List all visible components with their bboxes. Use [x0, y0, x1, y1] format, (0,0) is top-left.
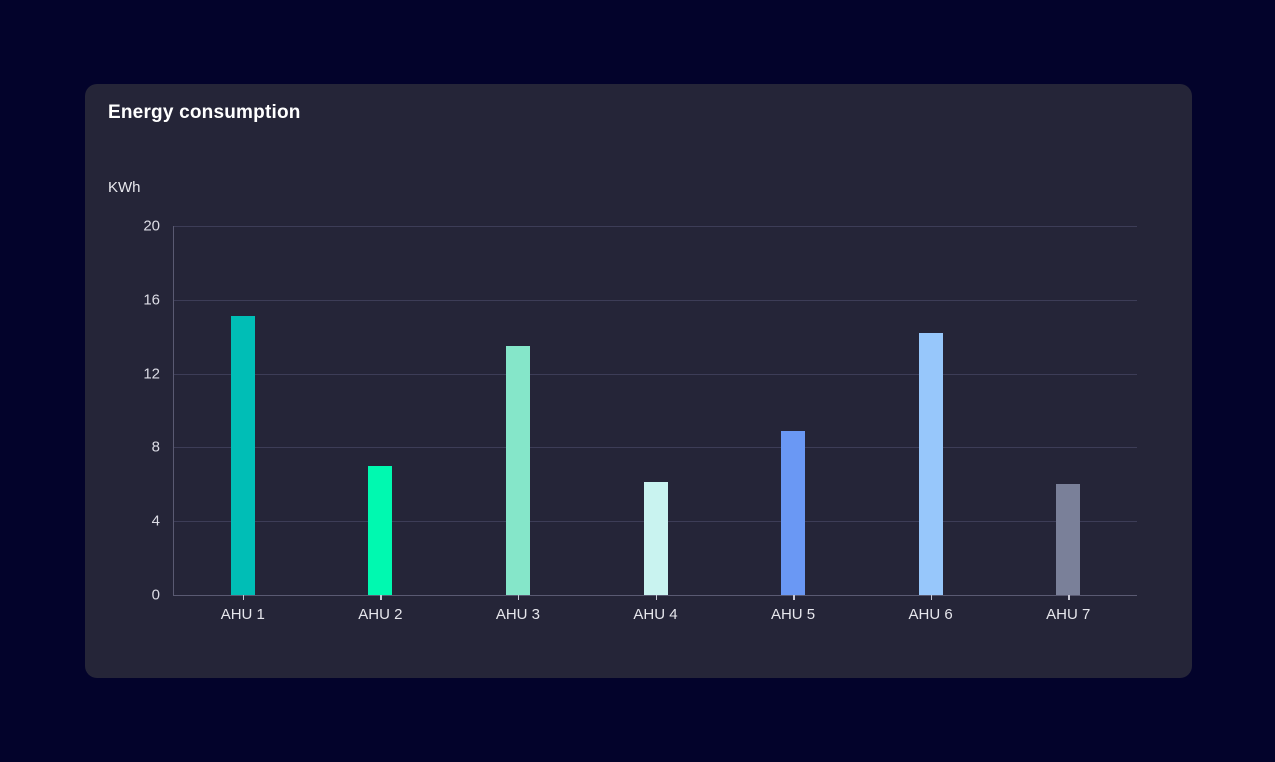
bar-ahu-3[interactable] — [506, 346, 530, 595]
x-axis-label-ahu-6: AHU 6 — [909, 606, 953, 623]
bar-ahu-5[interactable] — [781, 431, 805, 595]
gridline-y-20 — [174, 226, 1137, 227]
bar-ahu-6[interactable] — [919, 333, 943, 595]
chart-title: Energy consumption — [108, 102, 301, 124]
x-axis-tick-ahu-3 — [518, 595, 520, 600]
gridline-y-16 — [174, 300, 1137, 301]
page-background: { "page": { "background": "#03032B" }, "… — [0, 0, 1275, 762]
x-axis-label-ahu-3: AHU 3 — [496, 606, 540, 623]
x-axis-label-ahu-5: AHU 5 — [771, 606, 815, 623]
energy-consumption-card: Energy consumption KWh AHU 1AHU 2AHU 3AH… — [85, 84, 1192, 678]
x-axis-tick-ahu-2 — [380, 595, 382, 600]
x-axis-tick-ahu-6 — [931, 595, 933, 600]
x-axis-label-ahu-1: AHU 1 — [221, 606, 265, 623]
y-axis-tick-label-20: 20 — [110, 219, 160, 234]
y-axis-unit-label: KWh — [108, 179, 141, 196]
x-axis-tick-ahu-1 — [243, 595, 245, 600]
y-axis-tick-label-16: 16 — [110, 292, 160, 307]
x-axis-tick-ahu-7 — [1068, 595, 1070, 600]
y-axis-tick-label-4: 4 — [110, 514, 160, 529]
bar-ahu-4[interactable] — [644, 482, 668, 595]
plot-area: AHU 1AHU 2AHU 3AHU 4AHU 5AHU 6AHU 7 — [173, 226, 1137, 596]
bar-ahu-7[interactable] — [1056, 484, 1080, 595]
bar-ahu-2[interactable] — [368, 466, 392, 595]
y-axis-tick-label-0: 0 — [110, 588, 160, 603]
y-axis-tick-label-12: 12 — [110, 366, 160, 381]
x-axis-label-ahu-4: AHU 4 — [633, 606, 677, 623]
x-axis-label-ahu-7: AHU 7 — [1046, 606, 1090, 623]
y-axis-tick-label-8: 8 — [110, 440, 160, 455]
x-axis-label-ahu-2: AHU 2 — [358, 606, 402, 623]
x-axis-tick-ahu-4 — [656, 595, 658, 600]
x-axis-tick-ahu-5 — [793, 595, 795, 600]
gridline-y-8 — [174, 447, 1137, 448]
gridline-y-12 — [174, 374, 1137, 375]
bar-ahu-1[interactable] — [231, 316, 255, 595]
